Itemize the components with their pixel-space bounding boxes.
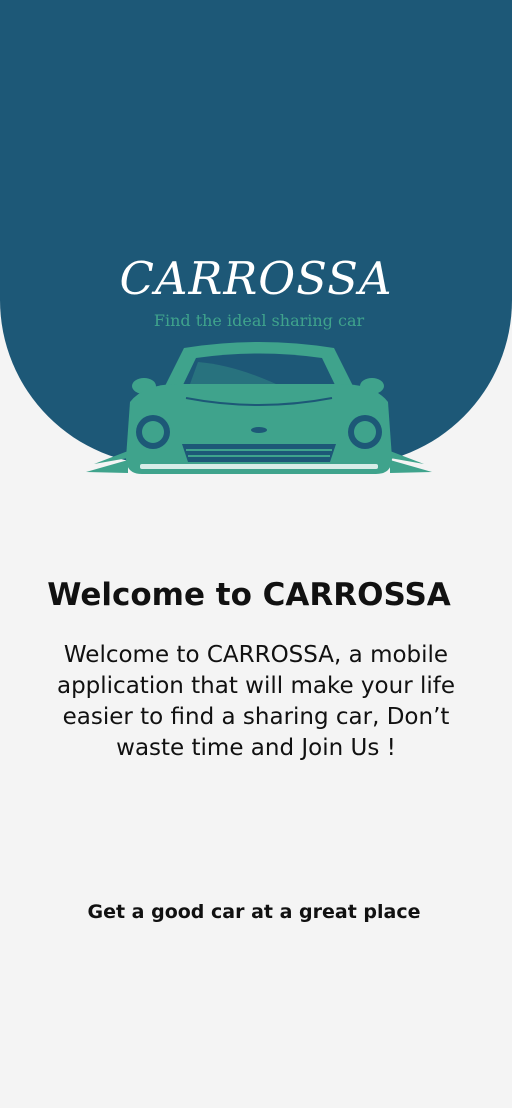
bottom-tagline: Get a good car at a great place [87,901,421,923]
car-icon [86,342,432,474]
brand-tagline: Find the ideal sharing car [153,311,365,330]
brand-logo-text: CARROSSA [119,252,393,305]
welcome-description: Welcome to CARROSSA, a mobile applicatio… [56,642,455,761]
welcome-heading: Welcome to CARROSSA [47,577,451,613]
splash-screen: CARROSSA Find the ideal sharing car Welc… [0,0,512,1108]
